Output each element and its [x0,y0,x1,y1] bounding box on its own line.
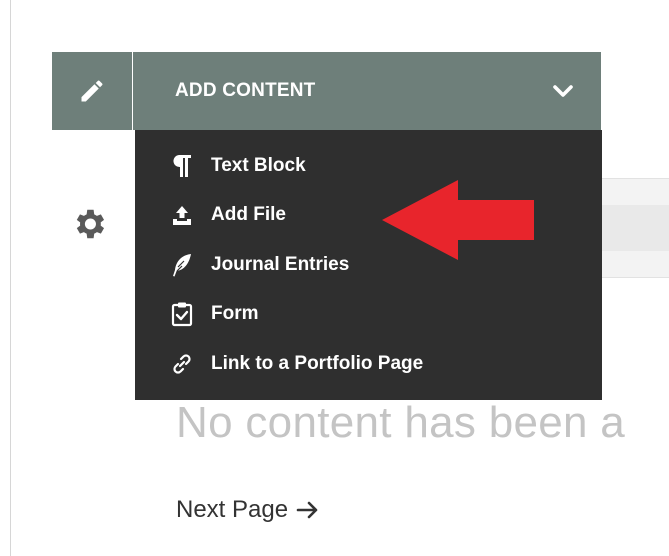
link-icon [173,354,191,374]
left-divider [10,0,11,556]
add-content-dropdown[interactable]: ADD CONTENT [133,52,601,130]
next-page-label: Next Page [176,496,289,523]
clipboard-check-icon [171,302,193,327]
content-placeholder-inner [600,205,669,251]
menu-item-label: Form [211,303,259,324]
paragraph-icon [173,155,191,177]
empty-content-message: No content has been a [176,398,626,447]
feather-icon [173,254,191,277]
menu-item-label: Add File [211,204,286,225]
menu-item-label: Link to a Portfolio Page [211,353,424,374]
chevron-down-icon [553,85,573,97]
edit-button[interactable] [52,52,132,130]
next-page-link[interactable]: Next Page [176,496,320,524]
annotation-arrow-icon [382,180,534,260]
menu-item-label: Journal Entries [211,254,350,275]
menu-item-link-portfolio-page[interactable]: Link to a Portfolio Page [135,342,602,386]
content-placeholder-bar [600,178,669,278]
pencil-icon [81,80,103,102]
add-content-menu: Text Block Add File Journal Entries Form… [135,130,602,400]
menu-item-form[interactable]: Form [135,292,602,336]
menu-item-label: Text Block [211,155,306,176]
gear-icon[interactable] [70,205,108,243]
arrow-right-icon [296,501,318,519]
add-content-label: ADD CONTENT [175,80,316,101]
upload-icon [173,206,191,225]
